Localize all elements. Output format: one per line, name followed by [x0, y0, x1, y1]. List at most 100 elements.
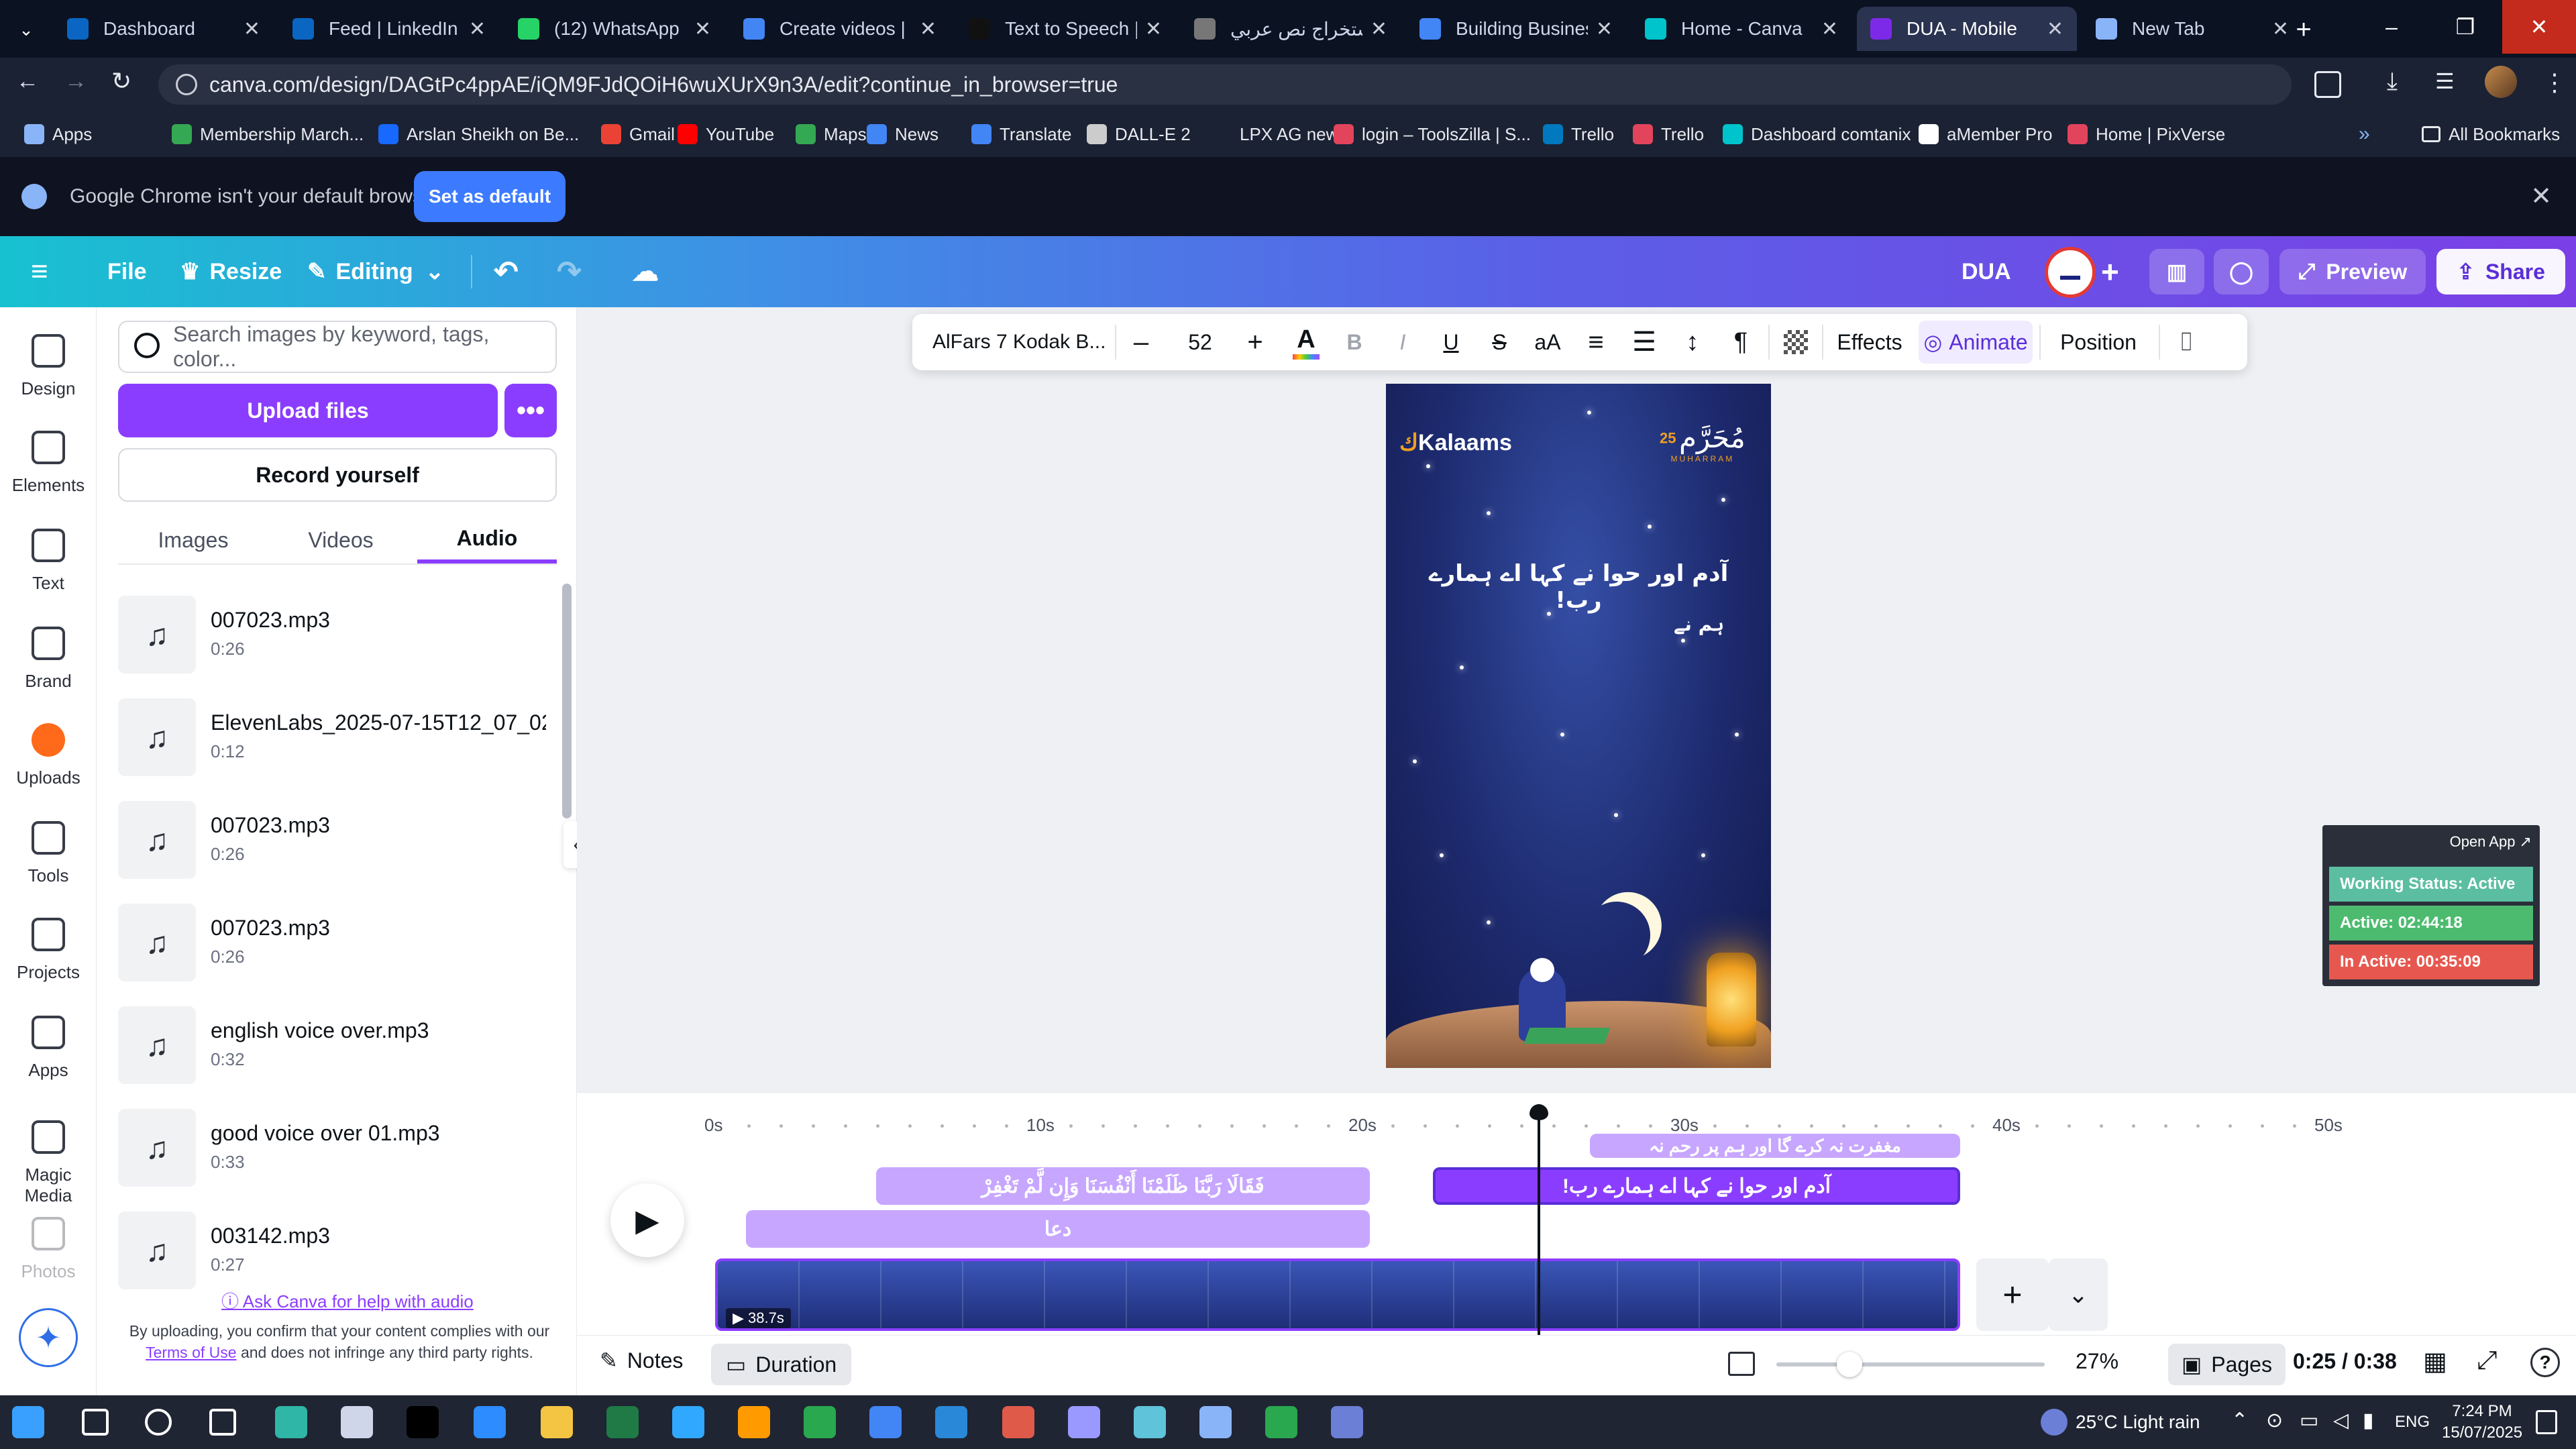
- browser-tab[interactable]: Create videos | Fr ✕: [730, 7, 950, 51]
- design-page[interactable]: كKalaams مُحَرَّم 25 MUHARRAM آدم اور حو…: [1386, 384, 1771, 1068]
- bold-icon[interactable]: B: [1332, 314, 1377, 370]
- rail-item-text[interactable]: Text: [0, 521, 97, 614]
- rail-item-elements[interactable]: Elements: [0, 423, 97, 517]
- search-input[interactable]: Search images by keyword, tags, color...: [118, 321, 557, 373]
- browser-tab[interactable]: DUA - Mobile ✕: [1857, 7, 2077, 51]
- weather-icon[interactable]: [2041, 1409, 2068, 1436]
- rail-item-brand[interactable]: Brand: [0, 619, 97, 712]
- tray-chevron-icon[interactable]: ⌃: [2231, 1409, 2248, 1432]
- upload-files-button[interactable]: Upload files: [118, 384, 498, 437]
- profile-avatar[interactable]: [2485, 66, 2517, 98]
- align-center-icon[interactable]: ≡: [1574, 314, 1618, 370]
- reload-icon[interactable]: ↻: [111, 67, 131, 95]
- close-infobar-icon[interactable]: ✕: [2530, 181, 2552, 211]
- bookmark-item[interactable]: Dashboard comtanix: [1723, 111, 1911, 157]
- share-button[interactable]: ⇪ Share: [2436, 249, 2565, 294]
- design-title[interactable]: DUA: [1962, 236, 2011, 307]
- rail-item-magic-media[interactable]: Magic Media: [0, 1112, 97, 1206]
- clip-arabic-verse[interactable]: فَقَالَا رَبَّنَا ظَلَمْنَا أَنْفُسَنَا …: [876, 1167, 1370, 1205]
- font-size-input[interactable]: 52: [1167, 314, 1233, 370]
- set-default-button[interactable]: Set as default: [414, 171, 566, 222]
- tab-images[interactable]: Images: [134, 517, 252, 564]
- editing-mode-button[interactable]: ✎ Editing ⌄: [307, 236, 444, 307]
- bookmark-item[interactable]: News: [867, 111, 938, 157]
- animate-button[interactable]: ◎ Animate: [1919, 321, 2033, 364]
- letter-case-icon[interactable]: aA: [1525, 314, 1570, 370]
- insights-icon[interactable]: ▥: [2149, 249, 2204, 294]
- tray-app-icon[interactable]: ⊙: [2266, 1409, 2283, 1432]
- app-green-2-icon[interactable]: [1265, 1406, 1297, 1438]
- decrease-font-size-icon[interactable]: –: [1119, 314, 1163, 370]
- browser-tab[interactable]: Dashboard ✕: [54, 7, 274, 51]
- menu-icon[interactable]: ⋮: [2542, 68, 2567, 97]
- clock[interactable]: 7:24 PM 15/07/2025: [2442, 1401, 2522, 1444]
- add-collaborator-icon[interactable]: +: [2101, 236, 2119, 307]
- search-icon[interactable]: [82, 1409, 109, 1436]
- language-indicator[interactable]: ENG: [2395, 1413, 2430, 1432]
- bookmark-item[interactable]: Arslan Sheikh on Be...: [378, 111, 579, 157]
- network-icon[interactable]: ▭: [2300, 1409, 2318, 1432]
- rail-item-photos[interactable]: Photos: [0, 1209, 97, 1303]
- browser-tab[interactable]: Text to Speech | E ✕: [955, 7, 1175, 51]
- cortana-icon[interactable]: [145, 1409, 172, 1436]
- site-info-icon[interactable]: [176, 74, 197, 95]
- redo-icon[interactable]: ↷: [557, 236, 582, 307]
- terms-link[interactable]: Terms of Use: [146, 1344, 236, 1361]
- volume-icon[interactable]: ◁: [2333, 1409, 2349, 1432]
- app-green-icon[interactable]: [804, 1406, 836, 1438]
- app-teal-icon[interactable]: [1134, 1406, 1166, 1438]
- notifications-icon[interactable]: [2536, 1410, 2557, 1434]
- undo-icon[interactable]: ↶: [494, 236, 519, 307]
- bookmark-item[interactable]: DALL-E 2: [1087, 111, 1191, 157]
- close-tab-icon[interactable]: ✕: [1371, 17, 1387, 41]
- media-controls-icon[interactable]: ☰: [2435, 68, 2455, 94]
- file-explorer-icon[interactable]: [541, 1406, 573, 1438]
- pen-icon[interactable]: [341, 1406, 373, 1438]
- text-color-icon[interactable]: A: [1284, 314, 1328, 370]
- ask-canva-link[interactable]: ⓘ Ask Canva for help with audio: [221, 1288, 474, 1313]
- file-menu[interactable]: File: [107, 236, 147, 307]
- restore-button[interactable]: ❐: [2428, 0, 2502, 54]
- bookmark-item[interactable]: Apps: [24, 111, 92, 157]
- browser-tab[interactable]: (12) WhatsApp ✕: [504, 7, 724, 51]
- close-tab-icon[interactable]: ✕: [244, 17, 260, 41]
- page-options-chevron-icon[interactable]: ⌄: [2049, 1258, 2108, 1331]
- rail-item-apps[interactable]: Apps: [0, 1008, 97, 1102]
- bookmark-item[interactable]: Membership March...: [172, 111, 364, 157]
- audio-list-item[interactable]: ♫ good voice over 01.mp3 0:33: [118, 1109, 554, 1189]
- close-tab-icon[interactable]: ✕: [694, 17, 711, 41]
- underline-icon[interactable]: U: [1429, 314, 1473, 370]
- paint-format-icon[interactable]: ⌷: [2164, 314, 2208, 370]
- app-blue-icon[interactable]: [1199, 1406, 1232, 1438]
- audio-list-item[interactable]: ♫ english voice over.mp3 0:32: [118, 1006, 554, 1087]
- close-tab-icon[interactable]: ✕: [1596, 17, 1613, 41]
- hamburger-icon[interactable]: ≡: [31, 236, 48, 307]
- omnibox[interactable]: canva.com/design/DAGtPc4ppAE/iQM9FJdQOiH…: [158, 64, 2292, 105]
- download-icon[interactable]: ⤓: [2387, 67, 2398, 96]
- close-tab-icon[interactable]: ✕: [2047, 17, 2063, 41]
- close-tab-icon[interactable]: ✕: [920, 17, 936, 41]
- bookmark-item[interactable]: login – ToolsZilla | S...: [1334, 111, 1531, 157]
- playhead[interactable]: [1529, 1104, 1548, 1335]
- help-icon[interactable]: ?: [2530, 1348, 2560, 1377]
- fullscreen-icon[interactable]: ⤢: [2477, 1346, 2497, 1375]
- clip-selected-text[interactable]: آدم اور حوا نے کہا اے ہمارے رب!: [1433, 1167, 1960, 1205]
- close-window-button[interactable]: ✕: [2502, 0, 2576, 54]
- pages-button[interactable]: ▣ Pages: [2168, 1344, 2286, 1385]
- page-view-icon[interactable]: [1728, 1352, 1755, 1376]
- bookmark-item[interactable]: Trello: [1543, 111, 1614, 157]
- back-icon[interactable]: ←: [16, 68, 39, 95]
- preview-button[interactable]: ⤢ Preview: [2279, 249, 2426, 294]
- browser-tab[interactable]: Feed | LinkedIn ✕: [279, 7, 499, 51]
- bookmark-item[interactable]: Maps: [796, 111, 867, 157]
- rail-item-tools[interactable]: Tools: [0, 813, 97, 907]
- chrome-icon[interactable]: [869, 1406, 902, 1438]
- bookmark-item[interactable]: aMember Pro: [1919, 111, 2053, 157]
- text-direction-icon[interactable]: ¶: [1719, 314, 1763, 370]
- photoshop-icon[interactable]: [672, 1406, 704, 1438]
- resize-button[interactable]: ♛ Resize: [180, 236, 282, 307]
- notes-button[interactable]: ✎ Notes: [600, 1348, 683, 1373]
- open-app-link[interactable]: Open App ↗: [2450, 833, 2532, 851]
- browser-tab[interactable]: New Tab ✕: [2082, 7, 2302, 51]
- rail-item-design[interactable]: Design: [0, 326, 97, 420]
